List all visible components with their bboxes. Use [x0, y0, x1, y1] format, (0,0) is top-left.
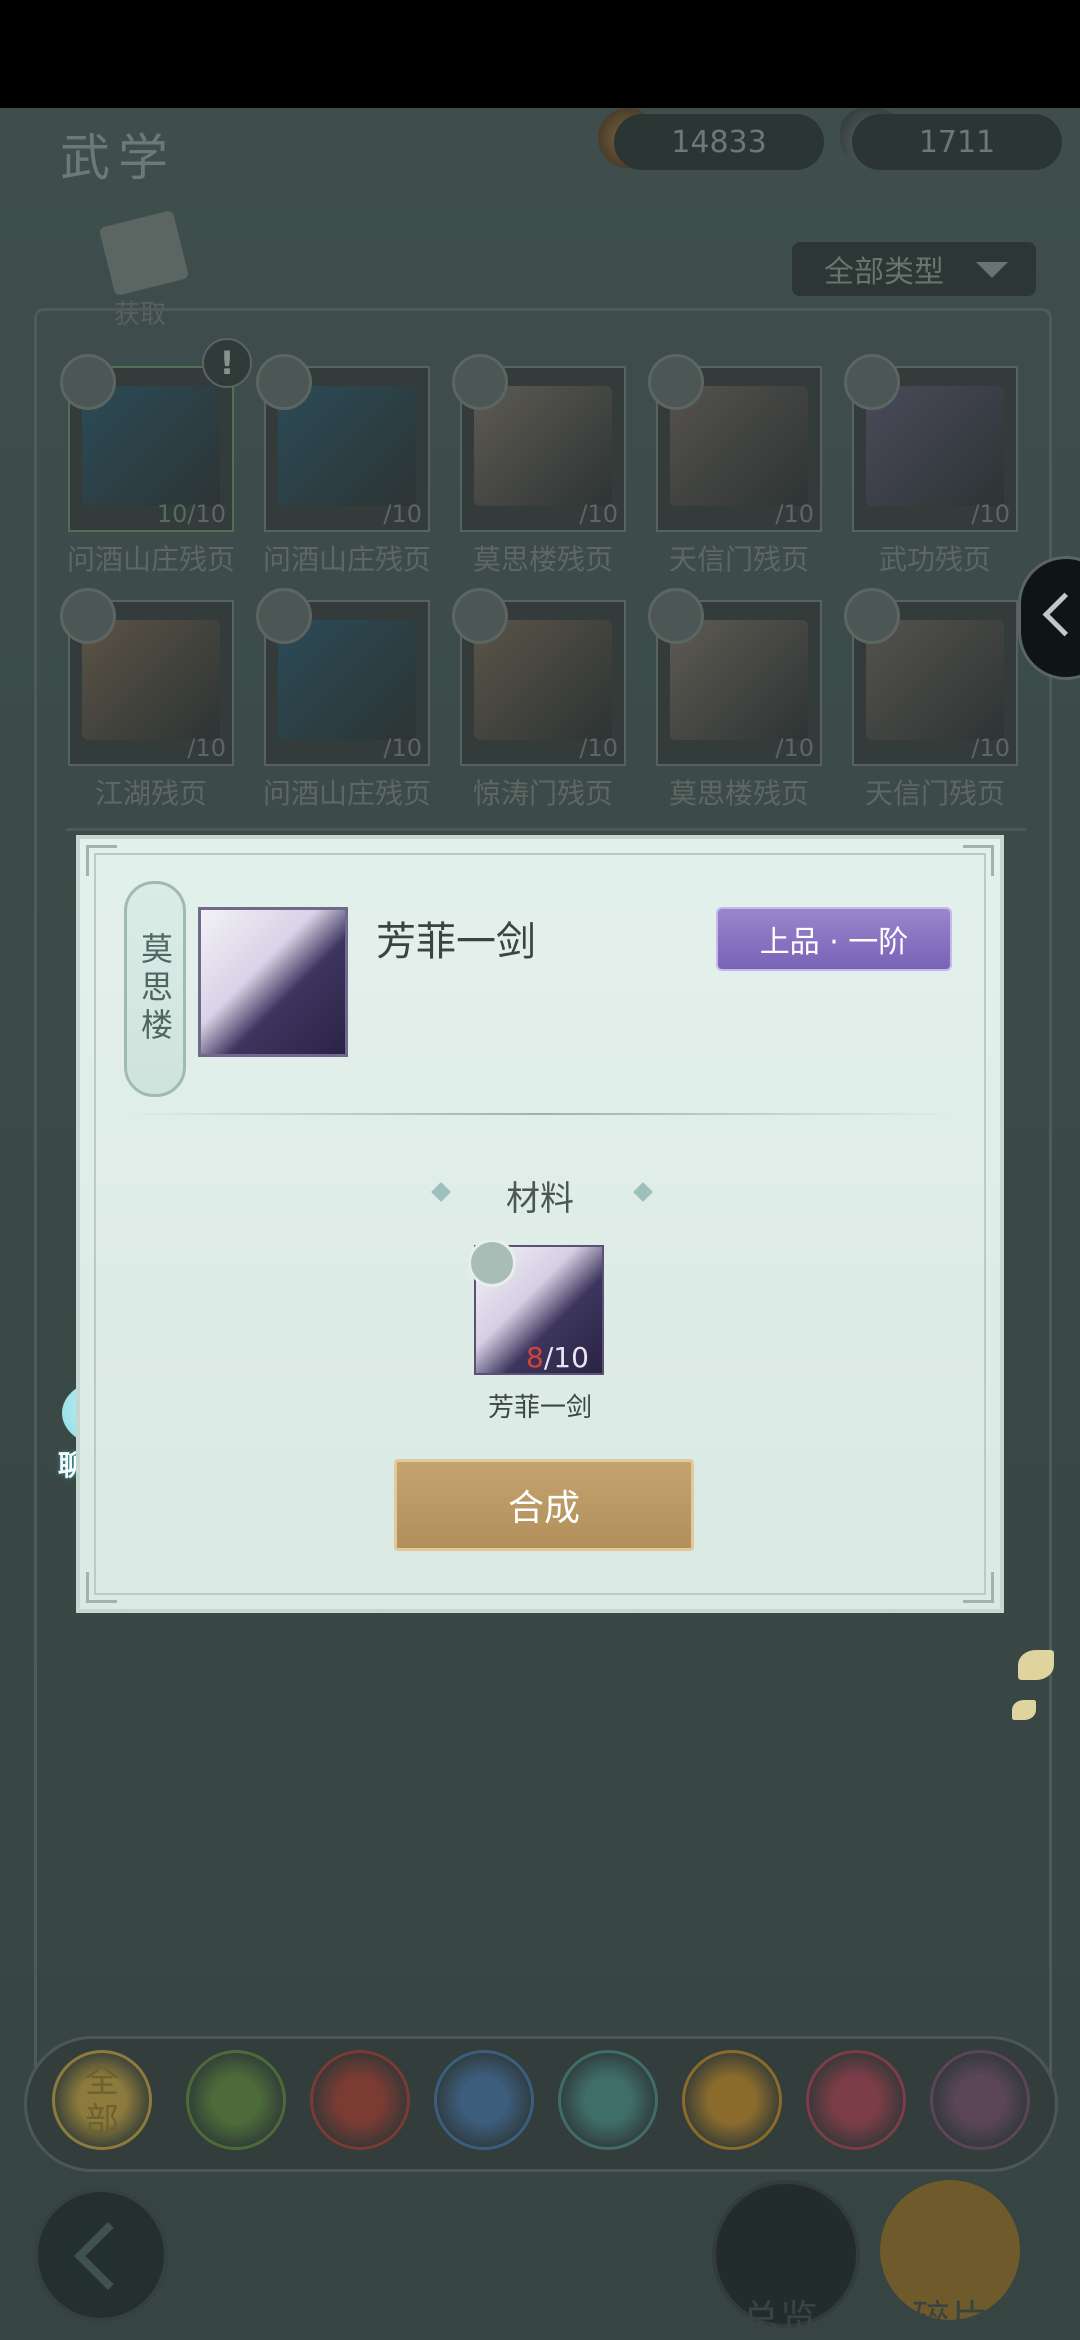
skill-portrait: [198, 907, 348, 1057]
fragments-label: 碎片: [912, 2297, 989, 2340]
equip-check-icon: [452, 354, 508, 410]
category-wind-button[interactable]: [558, 2050, 658, 2150]
fragment-need: /10: [579, 500, 618, 528]
category-flame-button[interactable]: [310, 2050, 410, 2150]
fragment-card[interactable]: /10: [648, 354, 822, 532]
fragment-name: 惊涛门残页: [472, 777, 613, 810]
fragment-count: /10: [971, 734, 1010, 762]
copper-amount: 14833: [671, 124, 767, 160]
category-rose-button[interactable]: [930, 2050, 1030, 2150]
page-title: 武学: [60, 129, 176, 187]
equip-check-icon: [256, 354, 312, 410]
fragment-card[interactable]: /10: [452, 588, 626, 766]
material-count: 8/10: [526, 1341, 589, 1374]
fragment-count: /10: [775, 500, 814, 528]
fragment-name: 莫思楼残页: [472, 543, 613, 576]
equip-check-icon: [60, 588, 116, 644]
category-all-button[interactable]: 全 部: [52, 2050, 152, 2150]
fragment-card[interactable]: /10: [256, 354, 430, 532]
fragment-card[interactable]: /10: [256, 588, 430, 766]
fragment-name: 武功残页: [878, 543, 991, 576]
fragment-count: /10: [383, 734, 422, 762]
fragment-count: 10/10: [157, 500, 226, 528]
type-filter-dropdown[interactable]: 全部类型: [792, 242, 1036, 296]
material-have: 8: [526, 1341, 544, 1374]
category-moon-button[interactable]: [806, 2050, 906, 2150]
fragment-count: /10: [971, 500, 1010, 528]
equip-check-icon: [256, 588, 312, 644]
fragment-count: /10: [187, 734, 226, 762]
fragment-need: /10: [971, 500, 1010, 528]
modal-corner: [86, 845, 117, 876]
fragment-need: /10: [775, 734, 814, 762]
fragment-have: 10: [156, 500, 188, 528]
material-check-icon: [468, 1239, 516, 1287]
copper-currency: 14833: [614, 114, 824, 170]
dim-row-divider: [66, 828, 1026, 831]
skill-name: 芳菲一剑: [376, 919, 536, 965]
fragment-card[interactable]: /10: [60, 588, 234, 766]
chevron-left-icon: [1042, 592, 1080, 637]
silver-amount: 1711: [918, 124, 996, 160]
equip-check-icon: [844, 354, 900, 410]
equip-check-icon: [844, 588, 900, 644]
overview-label: 总览: [742, 2297, 819, 2340]
synthesis-modal: 莫思楼 芳菲一剑 上品 · 一阶 材料 8/10 芳菲一剑 合成: [76, 835, 1004, 1613]
equip-check-icon: [648, 588, 704, 644]
sect-tag: 莫思楼: [124, 881, 186, 1097]
fragment-card[interactable]: /10: [452, 354, 626, 532]
fragment-need: /10: [971, 734, 1010, 762]
material-need: /10: [543, 1341, 589, 1374]
fragment-name: 问酒山庄残页: [262, 543, 431, 576]
scroll-icon: [98, 209, 190, 297]
fragment-count: /10: [579, 500, 618, 528]
fragment-name: 天信门残页: [864, 777, 1005, 810]
fragment-name: 问酒山庄残页: [66, 543, 235, 576]
back-arrow-icon: [74, 2222, 142, 2290]
fragment-count: /10: [579, 734, 618, 762]
fragment-card[interactable]: /10: [648, 588, 822, 766]
fragment-name: 江湖残页: [94, 777, 207, 810]
synthesize-label: 合成: [507, 1488, 580, 1529]
modal-divider: [124, 1113, 956, 1115]
fragment-name: 莫思楼残页: [668, 777, 809, 810]
fragment-card[interactable]: /10: [844, 588, 1018, 766]
category-shield-button[interactable]: [682, 2050, 782, 2150]
modal-corner: [963, 845, 994, 876]
fragment-need: /10: [579, 734, 618, 762]
butterfly-icon: [1012, 1700, 1036, 1720]
fragment-name: 天信门残页: [668, 543, 809, 576]
dropdown-arrow-icon: [976, 262, 1008, 278]
synthesize-button[interactable]: 合成: [394, 1459, 694, 1551]
equip-check-icon: [648, 354, 704, 410]
category-blade-button[interactable]: [186, 2050, 286, 2150]
category-wave-button[interactable]: [434, 2050, 534, 2150]
grade-badge: 上品 · 一阶: [716, 907, 952, 971]
category-label: 全 部: [85, 2061, 119, 2141]
fragment-need: /10: [383, 734, 422, 762]
modal-corner: [86, 1572, 117, 1603]
status-bar: [0, 0, 1080, 108]
side-expand-tab[interactable]: [1018, 556, 1080, 680]
fragment-need: /10: [775, 500, 814, 528]
modal-corner: [963, 1572, 994, 1603]
fragment-need: /10: [187, 734, 226, 762]
back-button[interactable]: [34, 2188, 168, 2322]
fragment-need: /10: [187, 500, 226, 528]
materials-title: 材料: [506, 1179, 574, 1219]
fragment-count: /10: [775, 734, 814, 762]
alert-icon[interactable]: !: [202, 338, 252, 388]
fragment-card[interactable]: 10/10: [60, 354, 234, 532]
equip-check-icon: [452, 588, 508, 644]
fragment-name: 问酒山庄残页: [262, 777, 431, 810]
equip-check-icon: [60, 354, 116, 410]
material-name: 芳菲一剑: [487, 1393, 592, 1423]
silver-currency: 1711: [852, 114, 1062, 170]
fragment-card[interactable]: /10: [844, 354, 1018, 532]
butterfly-icon: [1018, 1650, 1054, 1680]
type-filter-label: 全部类型: [824, 255, 944, 290]
fragment-need: /10: [383, 500, 422, 528]
fragment-count: /10: [383, 500, 422, 528]
